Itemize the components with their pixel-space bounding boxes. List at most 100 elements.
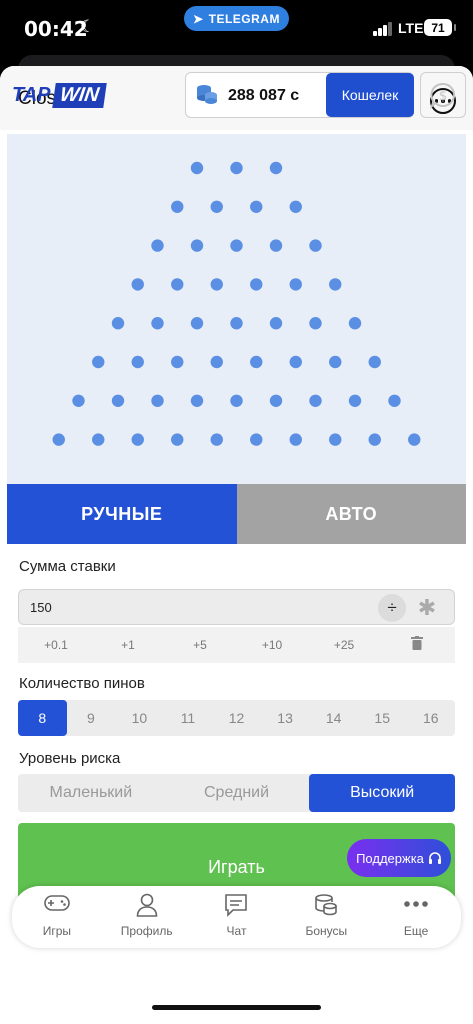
multiply-button[interactable]: ✱	[413, 594, 441, 622]
bottom-tabbar: Игры Профиль Чат Бонусы Еще	[12, 886, 461, 948]
tab-profile-label: Профиль	[120, 924, 173, 938]
tab-chat-label: Чат	[226, 924, 247, 938]
plinko-pin	[329, 278, 342, 291]
plinko-pin	[408, 433, 421, 446]
chat-icon	[192, 893, 282, 923]
plinko-pin	[250, 433, 263, 446]
home-indicator	[152, 1005, 321, 1010]
logo-tap: TAP	[12, 83, 51, 106]
plinko-pin	[72, 394, 85, 407]
pins-option-13[interactable]: 13	[261, 700, 310, 736]
risk-option-medium[interactable]: Средний	[164, 774, 310, 812]
headphones-icon	[428, 852, 441, 864]
plinko-pin	[210, 200, 223, 213]
plinko-pin	[230, 317, 243, 330]
plinko-pin	[92, 433, 105, 446]
plinko-pin	[230, 394, 243, 407]
quick-add-1[interactable]: +1	[121, 638, 135, 652]
quick-bet-row: +0.1 +1 +5 +10 +25	[18, 627, 455, 663]
tab-profile[interactable]: Профиль	[102, 886, 192, 948]
divide-button[interactable]: ÷	[378, 594, 406, 622]
plinko-board: x24x4x1.5x0.3x0.2x0.3x1.5x4x24	[7, 134, 466, 529]
risk-option-low[interactable]: Маленький	[18, 774, 164, 812]
trash-icon[interactable]	[411, 636, 423, 653]
bet-amount-field[interactable]: 150 ÷ ✱	[18, 589, 455, 625]
plinko-pin	[309, 239, 322, 252]
pins-option-11[interactable]: 11	[164, 700, 213, 736]
plinko-pin	[210, 355, 223, 369]
plinko-pin	[329, 355, 342, 369]
plinko-pin	[52, 433, 65, 446]
moon-icon: ☾	[80, 17, 96, 36]
plinko-pin	[309, 394, 322, 407]
plinko-pin	[269, 161, 283, 175]
plinko-pin	[230, 239, 243, 252]
quick-add-5[interactable]: +5	[193, 638, 207, 652]
app-logo: TAP WIN	[12, 82, 107, 108]
plinko-pin	[289, 355, 302, 369]
pins-option-16[interactable]: 16	[407, 700, 456, 736]
risk-option-high[interactable]: Высокий	[309, 774, 456, 812]
plinko-pin	[151, 239, 164, 252]
plinko-board-svg: x24x4x1.5x0.3x0.2x0.3x1.5x4x24	[40, 161, 433, 528]
plinko-pin	[92, 355, 105, 369]
plinko-pin	[230, 161, 243, 175]
pins-selector: 8 9 10 11 12 13 14 15 16	[18, 700, 455, 736]
tab-manual[interactable]: РУЧНЫЕ	[7, 484, 237, 544]
tab-bonuses[interactable]: Бонусы	[281, 886, 371, 948]
quick-add-10[interactable]: +10	[262, 638, 282, 652]
plinko-pin	[111, 317, 125, 330]
plinko-pin	[250, 278, 263, 291]
tab-more[interactable]: Еще	[371, 886, 461, 948]
plinko-pin	[388, 394, 401, 407]
profile-icon	[102, 893, 192, 923]
coins-stack-icon	[196, 83, 218, 111]
plinko-pin	[131, 278, 144, 291]
plinko-pin	[289, 200, 302, 213]
plinko-pin	[171, 200, 184, 213]
plinko-pin	[111, 394, 125, 407]
tab-games-label: Игры	[42, 924, 72, 938]
telegram-label: TELEGRAM	[208, 11, 280, 26]
status-bar: 00:42 ☾ ➤ TELEGRAM LTE 71	[0, 0, 473, 58]
telegram-pill[interactable]: ➤ TELEGRAM	[184, 6, 289, 31]
risk-selector: Маленький Средний Высокий	[18, 774, 456, 812]
plinko-pin	[131, 433, 144, 446]
network-type: LTE	[398, 20, 424, 36]
plinko-pin	[171, 278, 184, 291]
support-button[interactable]: Поддержка	[347, 839, 451, 877]
plinko-pin	[269, 317, 283, 330]
plinko-pin	[309, 317, 322, 330]
coins-icon	[281, 893, 371, 923]
plinko-pin	[250, 355, 263, 369]
bet-amount-value[interactable]: 150	[30, 600, 52, 615]
plinko-pin	[151, 317, 164, 330]
quick-add-25[interactable]: +25	[334, 638, 354, 652]
quick-add-0-1[interactable]: +0.1	[44, 638, 68, 652]
wallet-button[interactable]: Кошелек	[326, 73, 414, 117]
plinko-pin	[368, 433, 381, 446]
plinko-pin	[210, 433, 223, 446]
tab-chat[interactable]: Чат	[192, 886, 282, 948]
pins-option-15[interactable]: 15	[358, 700, 407, 736]
pins-option-14[interactable]: 14	[309, 700, 358, 736]
dollar-chat-button[interactable]: $	[420, 72, 466, 118]
more-icon	[371, 893, 461, 921]
pins-option-9[interactable]: 9	[67, 700, 116, 736]
bet-amount-label: Сумма ставки	[19, 558, 116, 575]
pins-option-8[interactable]: 8	[18, 700, 67, 736]
support-label: Поддержка	[356, 850, 424, 866]
tab-auto[interactable]: АВТО	[236, 484, 466, 544]
risk-level-label: Уровень риска	[19, 750, 121, 767]
pins-option-12[interactable]: 12	[212, 700, 261, 736]
plinko-pin	[289, 433, 302, 446]
plinko-pin	[171, 433, 184, 446]
plinko-pin	[368, 355, 381, 369]
svg-text:$: $	[439, 89, 447, 104]
balance-box: 288 087 с Кошелек	[185, 72, 414, 118]
plinko-pin	[348, 394, 362, 407]
tab-games[interactable]: Игры	[12, 886, 102, 948]
pins-option-10[interactable]: 10	[115, 700, 164, 736]
plinko-pin	[210, 278, 223, 291]
plinko-pin	[289, 278, 302, 291]
